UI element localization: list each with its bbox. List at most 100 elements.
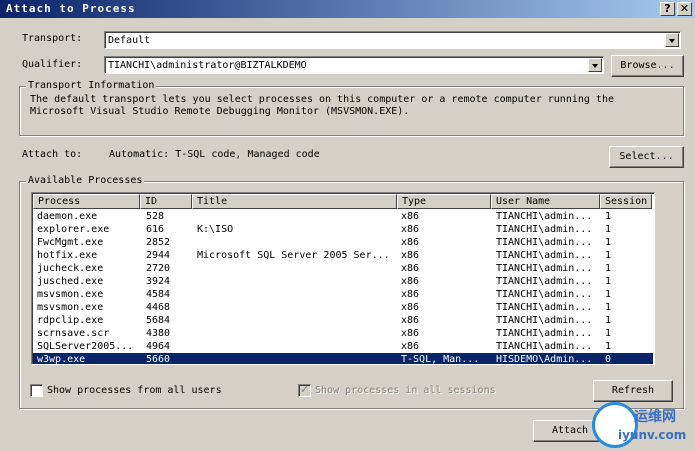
process-list[interactable]: Process ID Title Type User Name Session …	[31, 192, 655, 365]
cell-user: TIANCHI\admin...	[496, 263, 593, 274]
table-row[interactable]: hotfix.exe 2944 Microsoft SQL Server 2005 …	[33, 249, 653, 262]
cell-title: Microsoft SQL Server 2005 Ser...	[197, 250, 390, 261]
cell-user: TIANCHI\admin...	[496, 302, 593, 313]
cell-process: msvsmon.exe	[37, 289, 104, 300]
cell-session: 1	[605, 224, 612, 235]
table-row[interactable]: msvsmon.exe 4468 x86 TIANCHI\admin... 1	[33, 301, 653, 314]
transport-info-line1: The default transport lets you select pr…	[30, 94, 614, 105]
table-row[interactable]: msvsmon.exe 4584 x86 TIANCHI\admin... 1	[33, 288, 653, 301]
cell-id: 528	[146, 211, 165, 222]
show-all-sessions-label: Show processes in all sessions	[315, 385, 496, 396]
transport-dropdown[interactable]: Default	[104, 31, 681, 49]
cell-id: 616	[146, 224, 165, 235]
table-row[interactable]: daemon.exe 528 x86 TIANCHI\admin... 1	[33, 210, 653, 223]
watermark-cn: 运维网	[634, 409, 676, 425]
column-header-process[interactable]: Process	[33, 194, 140, 209]
column-header-title[interactable]: Title	[192, 194, 397, 209]
cell-type: x86	[401, 250, 420, 261]
cell-session: 1	[605, 302, 612, 313]
cell-id: 2852	[146, 237, 171, 248]
column-header-session[interactable]: Session	[600, 194, 652, 209]
cell-process: rdpclip.exe	[37, 315, 104, 326]
cell-type: T-SQL, Man...	[401, 354, 480, 365]
cell-user: HISDEMO\Admin...	[496, 354, 593, 365]
attach-to-label: Attach to:	[22, 149, 83, 160]
cell-user: TIANCHI\admin...	[496, 276, 593, 287]
qualifier-value: TIANCHI\administrator@BIZTALKDEMO	[108, 60, 307, 71]
cell-session: 1	[605, 211, 612, 222]
cell-id: 4584	[146, 289, 171, 300]
cell-session: 1	[605, 276, 612, 287]
cell-process: scrnsave.scr	[37, 328, 110, 339]
column-header-user-name[interactable]: User Name	[491, 194, 600, 209]
transport-label: Transport:	[22, 33, 83, 44]
transport-value: Default	[108, 35, 151, 46]
title-bar: Attach to Process ? ✕	[0, 0, 695, 18]
show-all-users-label: Show processes from all users	[47, 385, 222, 396]
refresh-button[interactable]: Refresh	[593, 380, 673, 402]
cell-process: daemon.exe	[37, 211, 98, 222]
cell-id: 5660	[146, 354, 171, 365]
watermark-logo: 运维网 iyunv.com	[588, 400, 695, 451]
cell-process: w3wp.exe	[37, 354, 86, 365]
window-title: Attach to Process	[6, 2, 136, 15]
cell-process: jucheck.exe	[37, 263, 104, 274]
cell-session: 1	[605, 328, 612, 339]
help-button[interactable]: ?	[660, 2, 675, 16]
select-button[interactable]: Select...	[609, 146, 684, 168]
cell-id: 5684	[146, 315, 171, 326]
close-button[interactable]: ✕	[677, 2, 692, 16]
cell-session: 1	[605, 263, 612, 274]
cell-id: 3924	[146, 276, 171, 287]
transport-info-title: Transport Information	[26, 80, 157, 91]
table-row[interactable]: scrnsave.scr 4380 x86 TIANCHI\admin... 1	[33, 327, 653, 340]
table-row[interactable]: jusched.exe 3924 x86 TIANCHI\admin... 1	[33, 275, 653, 288]
cell-type: x86	[401, 315, 420, 326]
qualifier-label: Qualifier:	[22, 59, 83, 70]
cell-id: 2944	[146, 250, 171, 261]
chevron-down-icon[interactable]	[588, 58, 602, 72]
cell-type: x86	[401, 237, 420, 248]
cell-session: 0	[605, 354, 612, 365]
chevron-down-icon[interactable]	[665, 33, 679, 47]
cell-title: K:\ISO	[197, 224, 234, 235]
column-header-type[interactable]: Type	[397, 194, 491, 209]
table-row[interactable]: FwcMgmt.exe 2852 x86 TIANCHI\admin... 1	[33, 236, 653, 249]
browse-button[interactable]: Browse...	[611, 55, 684, 77]
cell-session: 1	[605, 341, 612, 352]
cell-user: TIANCHI\admin...	[496, 315, 593, 326]
cell-type: x86	[401, 276, 420, 287]
table-row[interactable]: SQLServer2005... 4964 x86 TIANCHI\admin... 1	[33, 340, 653, 353]
transport-info-line2: Microsoft Visual Studio Remote Debugging…	[30, 106, 410, 117]
cell-user: TIANCHI\admin...	[496, 237, 593, 248]
show-all-users-checkbox[interactable]	[30, 384, 43, 397]
cell-session: 1	[605, 315, 612, 326]
cell-user: TIANCHI\admin...	[496, 289, 593, 300]
qualifier-combobox[interactable]: TIANCHI\administrator@BIZTALKDEMO	[104, 56, 604, 74]
cell-process: FwcMgmt.exe	[37, 237, 104, 248]
available-processes-title: Available Processes	[26, 175, 145, 186]
cell-type: x86	[401, 263, 420, 274]
watermark-url: iyunv.com	[618, 428, 687, 442]
cell-user: TIANCHI\admin...	[496, 211, 593, 222]
cell-type: x86	[401, 289, 420, 300]
cell-id: 4468	[146, 302, 171, 313]
table-row[interactable]: rdpclip.exe 5684 x86 TIANCHI\admin... 1	[33, 314, 653, 327]
cell-id: 2720	[146, 263, 171, 274]
cell-user: TIANCHI\admin...	[496, 341, 593, 352]
cell-process: SQLServer2005...	[37, 341, 134, 352]
table-row[interactable]: w3wp.exe 5660 T-SQL, Man... HISDEMO\Admin..…	[33, 353, 653, 365]
cell-process: explorer.exe	[37, 224, 110, 235]
cell-process: hotfix.exe	[37, 250, 98, 261]
attach-to-value: Automatic: T-SQL code, Managed code	[109, 149, 320, 160]
cell-id: 4380	[146, 328, 171, 339]
cell-user: TIANCHI\admin...	[496, 250, 593, 261]
cell-session: 1	[605, 250, 612, 261]
cell-id: 4964	[146, 341, 171, 352]
table-row[interactable]: jucheck.exe 2720 x86 TIANCHI\admin... 1	[33, 262, 653, 275]
column-header-id[interactable]: ID	[140, 194, 192, 209]
cell-process: jusched.exe	[37, 276, 104, 287]
table-row[interactable]: explorer.exe 616 K:\ISO x86 TIANCHI\admin...…	[33, 223, 653, 236]
cell-user: TIANCHI\admin...	[496, 224, 593, 235]
cell-type: x86	[401, 211, 420, 222]
